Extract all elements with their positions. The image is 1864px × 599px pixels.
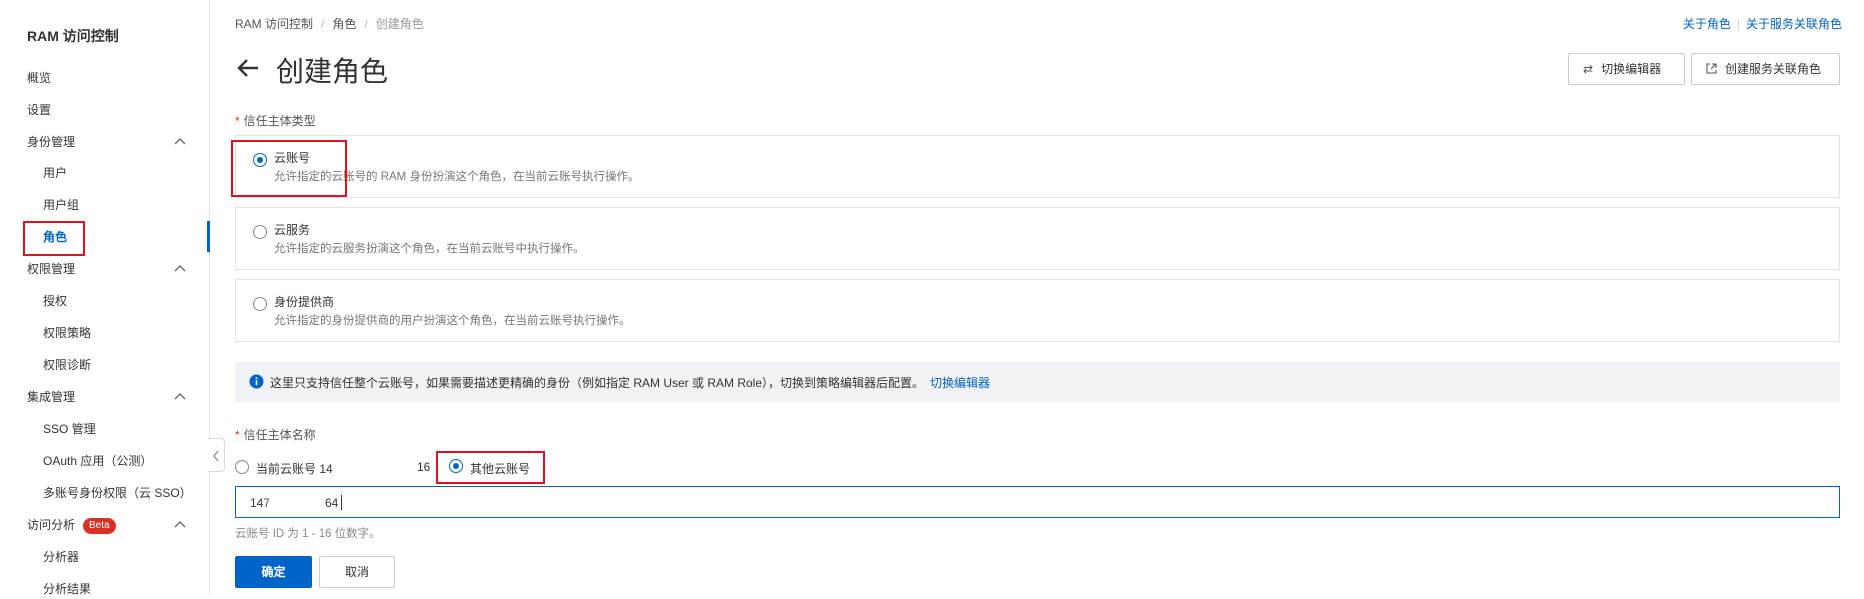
current-account-suffix: 16 — [417, 460, 431, 474]
redacted-account-id — [347, 458, 412, 476]
about-service-role-link[interactable]: 关于服务关联角色 — [1746, 17, 1842, 31]
radio-idp[interactable] — [253, 297, 267, 311]
sidebar-group-integration[interactable]: 集成管理 — [27, 387, 187, 407]
sidebar-item-users[interactable]: 用户 — [43, 163, 203, 183]
sidebar-collapse-button[interactable] — [208, 438, 225, 472]
sidebar: RAM 访问控制 概览 设置 身份管理 用户 用户组 角色 权限管理 授权 权限… — [0, 0, 210, 596]
annotation-box-other-account — [436, 451, 545, 484]
sidebar-item-permission-diagnosis[interactable]: 权限诊断 — [43, 355, 203, 375]
trust-name-label: * 信任主体名称 — [235, 428, 316, 442]
switch-editor-link[interactable]: 切换编辑器 — [930, 376, 990, 390]
sidebar-item-settings[interactable]: 设置 — [27, 100, 187, 120]
info-message: 这里只支持信任整个云账号，如果需要描述更精确的身份（例如指定 RAM User … — [235, 362, 1840, 402]
switch-editor-label: 切换编辑器 — [1601, 62, 1662, 76]
page-title: 创建角色 — [276, 56, 389, 87]
sidebar-item-sso[interactable]: SSO 管理 — [43, 419, 203, 439]
breadcrumb-item-ram[interactable]: RAM 访问控制 — [235, 17, 313, 31]
sidebar-item-user-groups[interactable]: 用户组 — [43, 195, 203, 215]
radio-cloud-service[interactable] — [253, 225, 267, 239]
info-text: 这里只支持信任整个云账号，如果需要描述更精确的身份（例如指定 RAM User … — [270, 376, 925, 390]
sidebar-item-analyzer[interactable]: 分析器 — [43, 547, 203, 567]
cancel-button[interactable]: 取消 — [319, 556, 395, 588]
sidebar-item-analysis-results[interactable]: 分析结果 — [43, 579, 203, 599]
sidebar-item-overview[interactable]: 概览 — [27, 68, 187, 88]
trust-option-cloud-service[interactable]: 云服务 允许指定的云服务扮演这个角色，在当前云账号中执行操作。 — [235, 207, 1840, 270]
option-title: 云服务 — [274, 223, 311, 237]
swap-icon: ⇄ — [1583, 62, 1594, 76]
sidebar-group-access-analysis[interactable]: 访问分析 Beta — [27, 515, 187, 535]
account-id-prefix: 147 — [250, 496, 271, 510]
switch-editor-button[interactable]: ⇄ 切换编辑器 — [1568, 53, 1685, 85]
external-link-icon — [1706, 63, 1717, 74]
redacted-input-digits — [270, 494, 322, 511]
breadcrumb-item-roles[interactable]: 角色 — [332, 17, 356, 31]
option-description: 允许指定的云服务扮演这个角色，在当前云账号中执行操作。 — [274, 243, 585, 255]
help-links: 关于角色 | 关于服务关联角色 — [1682, 17, 1842, 31]
radio-current-account[interactable] — [235, 460, 249, 474]
trust-type-label: * 信任主体类型 — [235, 114, 316, 128]
trust-option-cloud-account[interactable]: 云账号 允许指定的云账号的 RAM 身份扮演这个角色，在当前云账号执行操作。 — [235, 135, 1840, 198]
sidebar-item-cloud-sso[interactable]: 多账号身份权限（云 SSO） — [43, 483, 203, 503]
account-id-input[interactable]: 147 64 — [235, 486, 1840, 518]
about-role-link[interactable]: 关于角色 — [1683, 17, 1731, 31]
info-icon — [249, 374, 264, 389]
chevron-up-icon — [174, 393, 186, 400]
sidebar-group-label: 权限管理 — [27, 262, 76, 276]
sidebar-item-grants[interactable]: 授权 — [43, 291, 203, 311]
sidebar-group-label: 访问分析 — [27, 518, 76, 532]
confirm-button[interactable]: 确定 — [235, 556, 312, 588]
create-service-role-button[interactable]: 创建服务关联角色 — [1691, 53, 1840, 85]
sidebar-group-label: 集成管理 — [27, 390, 76, 404]
account-id-suffix: 64 — [325, 496, 339, 510]
chevron-up-icon — [174, 265, 186, 272]
annotation-box-cloud-account — [231, 140, 347, 197]
sidebar-item-policies[interactable]: 权限策略 — [43, 323, 203, 343]
create-service-role-label: 创建服务关联角色 — [1725, 62, 1822, 76]
chevron-left-icon — [213, 450, 219, 462]
chevron-up-icon — [174, 138, 186, 145]
text-caret — [341, 495, 342, 510]
option-description: 允许指定的身份提供商的用户扮演这个角色，在当前云账号执行操作。 — [274, 315, 631, 327]
sidebar-active-indicator — [207, 221, 210, 252]
annotation-box-roles — [23, 221, 85, 256]
sidebar-group-identity[interactable]: 身份管理 — [27, 132, 187, 152]
breadcrumb-item-current: 创建角色 — [375, 17, 424, 31]
trust-option-idp[interactable]: 身份提供商 允许指定的身份提供商的用户扮演这个角色，在当前云账号执行操作。 — [235, 279, 1840, 342]
current-account-label: 当前云账号 14 — [256, 462, 333, 476]
breadcrumb: RAM 访问控制 / 角色 / 创建角色 — [235, 17, 424, 31]
option-title: 身份提供商 — [274, 295, 335, 309]
sidebar-title: RAM 访问控制 — [27, 28, 119, 44]
sidebar-group-permissions[interactable]: 权限管理 — [27, 259, 187, 279]
account-id-hint: 云账号 ID 为 1 - 16 位数字。 — [235, 528, 381, 540]
beta-badge: Beta — [83, 517, 116, 534]
sidebar-item-oauth[interactable]: OAuth 应用（公测） — [43, 451, 203, 471]
chevron-up-icon — [174, 521, 186, 528]
sidebar-group-label: 身份管理 — [27, 135, 76, 149]
back-arrow-icon[interactable] — [236, 58, 260, 78]
